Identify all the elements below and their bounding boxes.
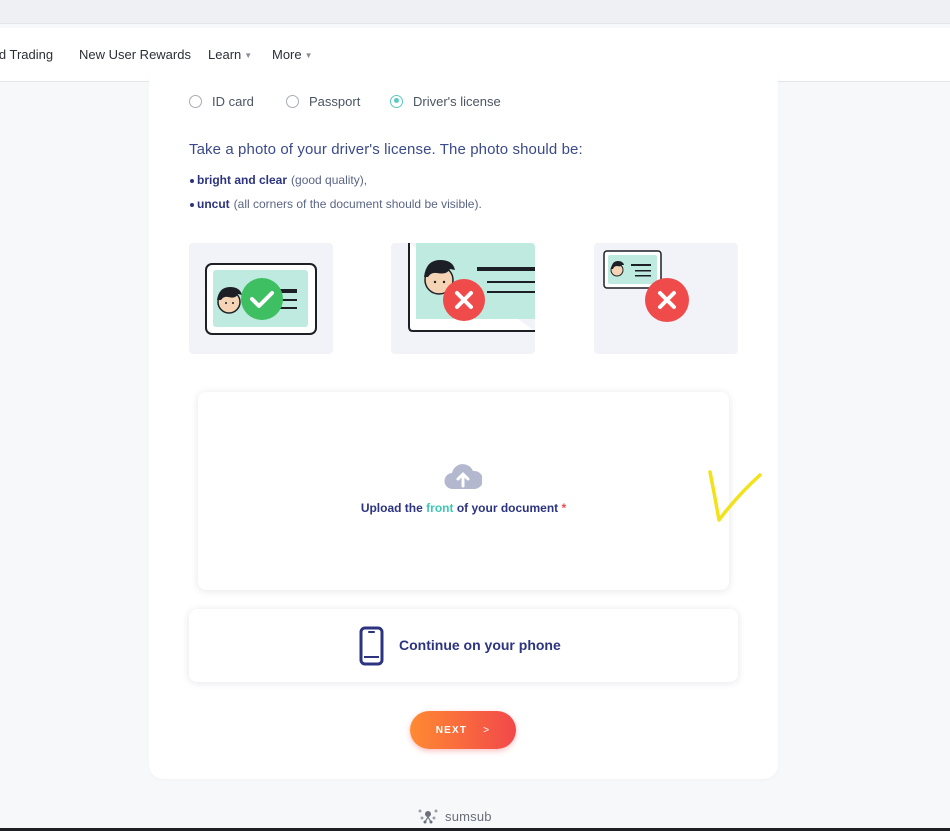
instruction-bullet: bright and clear (good quality), [189, 173, 368, 187]
radio-drivers-license[interactable]: Driver's license [390, 93, 501, 109]
radio-circle[interactable] [189, 94, 202, 108]
cloud-upload-icon [444, 464, 482, 490]
radio-label: ID card [212, 93, 254, 109]
annotation-checkmark-icon [708, 470, 762, 522]
browser-top-strip [0, 0, 950, 24]
example-cropped-photo [391, 243, 535, 354]
nav-item-learn[interactable]: Learn ▼ [208, 47, 252, 62]
smartphone-icon [359, 626, 384, 666]
nav-item-label: More [272, 47, 302, 62]
sumsub-footer: sumsub [417, 808, 492, 824]
bullet-text: (good quality), [291, 173, 368, 187]
example-too-small-photo [594, 243, 738, 354]
sumsub-logo-icon [418, 809, 438, 824]
continue-on-phone-label: Continue on your phone [399, 637, 561, 653]
required-asterisk: * [561, 501, 567, 515]
bullet-bold: bright and clear [197, 173, 288, 187]
upload-label-suffix: of your document [456, 501, 559, 515]
nav-item-new-user-rewards[interactable]: New User Rewards [79, 47, 191, 62]
instruction-bullet: uncut (all corners of the document should… [190, 197, 482, 211]
upload-front-dropzone[interactable]: Upload the front of your document * [198, 392, 729, 590]
example-cropped-illustration [408, 243, 535, 332]
bullet-bold: uncut [197, 197, 230, 211]
radio-circle[interactable] [286, 94, 299, 108]
example-good-illustration [205, 263, 317, 335]
continue-on-phone-button[interactable]: Continue on your phone [189, 609, 738, 682]
sumsub-brand: sumsub [445, 808, 492, 824]
nav-item-id-trading[interactable]: id Trading [0, 47, 53, 62]
radio-id-card[interactable]: ID card [189, 93, 254, 109]
next-button-label: NEXT [435, 724, 468, 736]
radio-circle-selected[interactable] [390, 94, 403, 108]
instruction-heading: Take a photo of your driver's license. T… [189, 141, 583, 158]
radio-passport[interactable]: Passport [286, 93, 360, 109]
caret-down-icon: ▼ [244, 51, 253, 60]
nav-item-label: New User Rewards [79, 47, 191, 62]
upload-label: Upload the front of your document * [198, 501, 729, 515]
check-icon [241, 278, 283, 320]
radio-label: Passport [309, 93, 361, 109]
upload-label-accent: front [426, 501, 454, 515]
nav-item-label: Learn [208, 47, 242, 62]
upload-label-prefix: Upload the [360, 501, 423, 515]
cross-icon [443, 279, 485, 321]
cross-icon [645, 278, 689, 322]
chevron-right-icon: > [483, 724, 491, 736]
nav-item-label: id Trading [0, 47, 54, 62]
example-good-photo [189, 243, 333, 354]
nav-item-more[interactable]: More ▼ [272, 47, 313, 62]
example-too-small-illustration [603, 250, 689, 322]
caret-down-icon: ▼ [304, 51, 313, 60]
next-button[interactable]: NEXT > [410, 711, 516, 749]
radio-label: Driver's license [413, 93, 501, 109]
bullet-text: (all corners of the document should be v… [233, 197, 482, 211]
